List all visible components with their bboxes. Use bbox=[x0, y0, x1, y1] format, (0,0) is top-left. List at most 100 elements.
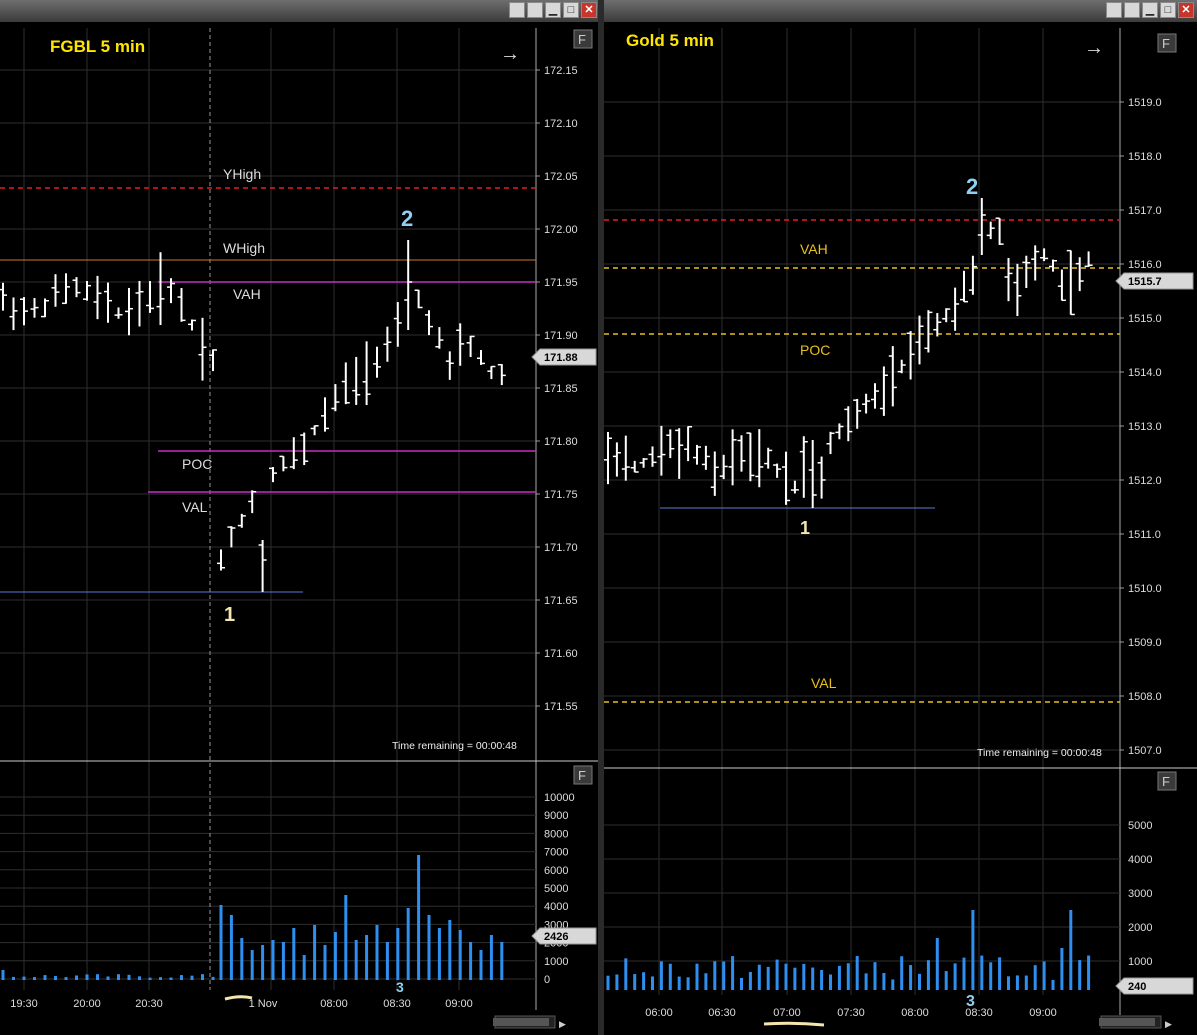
volume-bar bbox=[855, 956, 859, 990]
price-axis-label: 1508.0 bbox=[1128, 691, 1162, 703]
whigh-label: WHigh bbox=[223, 240, 265, 256]
arrow-right-icon[interactable]: → bbox=[1084, 37, 1104, 59]
time-axis-label: 08:30 bbox=[383, 998, 411, 1010]
volume-bar bbox=[989, 962, 993, 990]
arrow-right-icon[interactable]: → bbox=[500, 43, 520, 65]
volume-bar bbox=[731, 956, 735, 990]
volume-bar bbox=[117, 974, 120, 980]
volume-bar bbox=[837, 965, 841, 990]
volume-bar bbox=[190, 975, 194, 980]
volume-bar bbox=[704, 973, 708, 990]
price-axis-label: 1513.0 bbox=[1128, 421, 1162, 433]
volume-bar bbox=[606, 975, 610, 990]
volume-bar bbox=[127, 974, 131, 980]
volume-bar bbox=[437, 928, 441, 980]
volume-bar bbox=[1042, 961, 1046, 990]
time-axis-label: 09:00 bbox=[445, 998, 473, 1010]
volume-axis-label: 2000 bbox=[1128, 922, 1152, 934]
volume-bar bbox=[281, 942, 285, 980]
chart-title: FGBL 5 min bbox=[50, 37, 145, 56]
annotation-two: 2 bbox=[401, 206, 413, 231]
volume-bar bbox=[240, 938, 244, 980]
volume-bar bbox=[926, 960, 930, 990]
scroll-right-icon[interactable]: ▶ bbox=[559, 1019, 566, 1029]
volume-bar bbox=[271, 940, 275, 980]
volume-bar bbox=[1024, 975, 1028, 990]
volume-bar bbox=[261, 945, 265, 980]
volume-bar bbox=[43, 975, 47, 980]
volume-bar bbox=[500, 942, 504, 980]
volume-axis-label: 5000 bbox=[1128, 820, 1152, 832]
volume-bar bbox=[1015, 975, 1019, 990]
volume-bar bbox=[169, 977, 173, 980]
time-axis-label: 09:00 bbox=[1029, 1007, 1057, 1019]
scrollbar-thumb[interactable] bbox=[493, 1018, 549, 1026]
scroll-right-icon[interactable]: ▶ bbox=[1165, 1019, 1172, 1029]
volume-bar bbox=[882, 972, 886, 990]
current-volume-label: 2426 bbox=[544, 931, 568, 943]
volume-bar bbox=[250, 950, 254, 980]
price-axis-label: 171.85 bbox=[544, 383, 578, 395]
volume-bar bbox=[323, 945, 327, 980]
price-axis-label: 171.90 bbox=[544, 330, 578, 342]
volume-bar bbox=[820, 969, 824, 990]
volume-bar bbox=[138, 976, 141, 980]
volume-bar bbox=[900, 956, 904, 990]
volume-bar bbox=[918, 973, 921, 990]
volume-bar bbox=[642, 972, 646, 990]
volume-bar bbox=[302, 955, 306, 980]
annotation-one: 1 bbox=[224, 604, 235, 626]
volume-bar bbox=[148, 977, 152, 980]
volume-axis-label: 4000 bbox=[1128, 854, 1152, 866]
fgbl-price-chart[interactable]: 172.15 172.10 172.05 172.00 171.95 171.90 171.… bbox=[0, 0, 600, 1035]
volume-bar bbox=[313, 925, 317, 980]
price-axis-label: 171.80 bbox=[544, 436, 578, 448]
price-axis-label: 1510.0 bbox=[1128, 583, 1162, 595]
volume-axis-label: 0 bbox=[544, 974, 550, 986]
price-axis-label: 172.10 bbox=[544, 118, 578, 130]
volume-bar bbox=[354, 940, 358, 980]
volume-bar bbox=[96, 974, 99, 980]
volume-bar bbox=[64, 977, 68, 980]
volume-bar bbox=[935, 938, 939, 990]
gold-price-chart[interactable]: 1519.0 1518.0 1517.0 1516.0 1515.0 1514.0 1513… bbox=[604, 0, 1197, 1035]
current-price-label: 171.88 bbox=[544, 352, 578, 364]
volume-bar bbox=[651, 976, 654, 990]
price-axis-label: 171.65 bbox=[544, 595, 578, 607]
price-axis-label: 1514.0 bbox=[1128, 367, 1162, 379]
volume-bar bbox=[677, 976, 681, 990]
volume-bar bbox=[802, 963, 806, 990]
f-button-label: F bbox=[578, 32, 586, 47]
chart-background bbox=[0, 22, 600, 1035]
volume-bar bbox=[396, 928, 400, 980]
volume-bar bbox=[417, 855, 421, 980]
volume-axis-label: 1000 bbox=[544, 956, 568, 968]
current-volume-label: 240 bbox=[1128, 981, 1146, 993]
volume-bar bbox=[22, 976, 26, 980]
volume-bar bbox=[201, 974, 204, 980]
volume-bar bbox=[713, 961, 717, 990]
gold-chart-window: ▁ □ ✕ 1519.0 1518.0 1517.0 1516.0 1515.0 1514… bbox=[604, 0, 1197, 1035]
volume-bar bbox=[980, 955, 984, 990]
volume-bar bbox=[1007, 976, 1010, 990]
annotation-one: 1 bbox=[800, 518, 810, 538]
price-axis-label: 1519.0 bbox=[1128, 97, 1162, 109]
scrollbar-thumb[interactable] bbox=[1099, 1018, 1155, 1026]
time-axis-label: 06:00 bbox=[645, 1007, 673, 1019]
time-axis-label: 20:30 bbox=[135, 998, 163, 1010]
volume-bar bbox=[458, 930, 462, 980]
volume-bar bbox=[85, 974, 89, 980]
volume-bar bbox=[775, 959, 779, 990]
volume-bar bbox=[668, 963, 672, 990]
volume-bar bbox=[365, 935, 369, 980]
chart-title: Gold 5 min bbox=[626, 31, 714, 50]
vah-label: VAH bbox=[233, 286, 261, 302]
time-axis-label: 07:00 bbox=[773, 1007, 801, 1019]
price-axis-label: 1511.0 bbox=[1128, 529, 1161, 541]
volume-bar bbox=[1033, 965, 1037, 990]
volume-bar bbox=[1060, 948, 1064, 990]
val-label: VAL bbox=[811, 675, 837, 691]
time-remaining-label: Time remaining = 00:00:48 bbox=[977, 747, 1102, 759]
volume-bar bbox=[344, 895, 348, 980]
volume-axis-label: 3000 bbox=[1128, 888, 1152, 900]
